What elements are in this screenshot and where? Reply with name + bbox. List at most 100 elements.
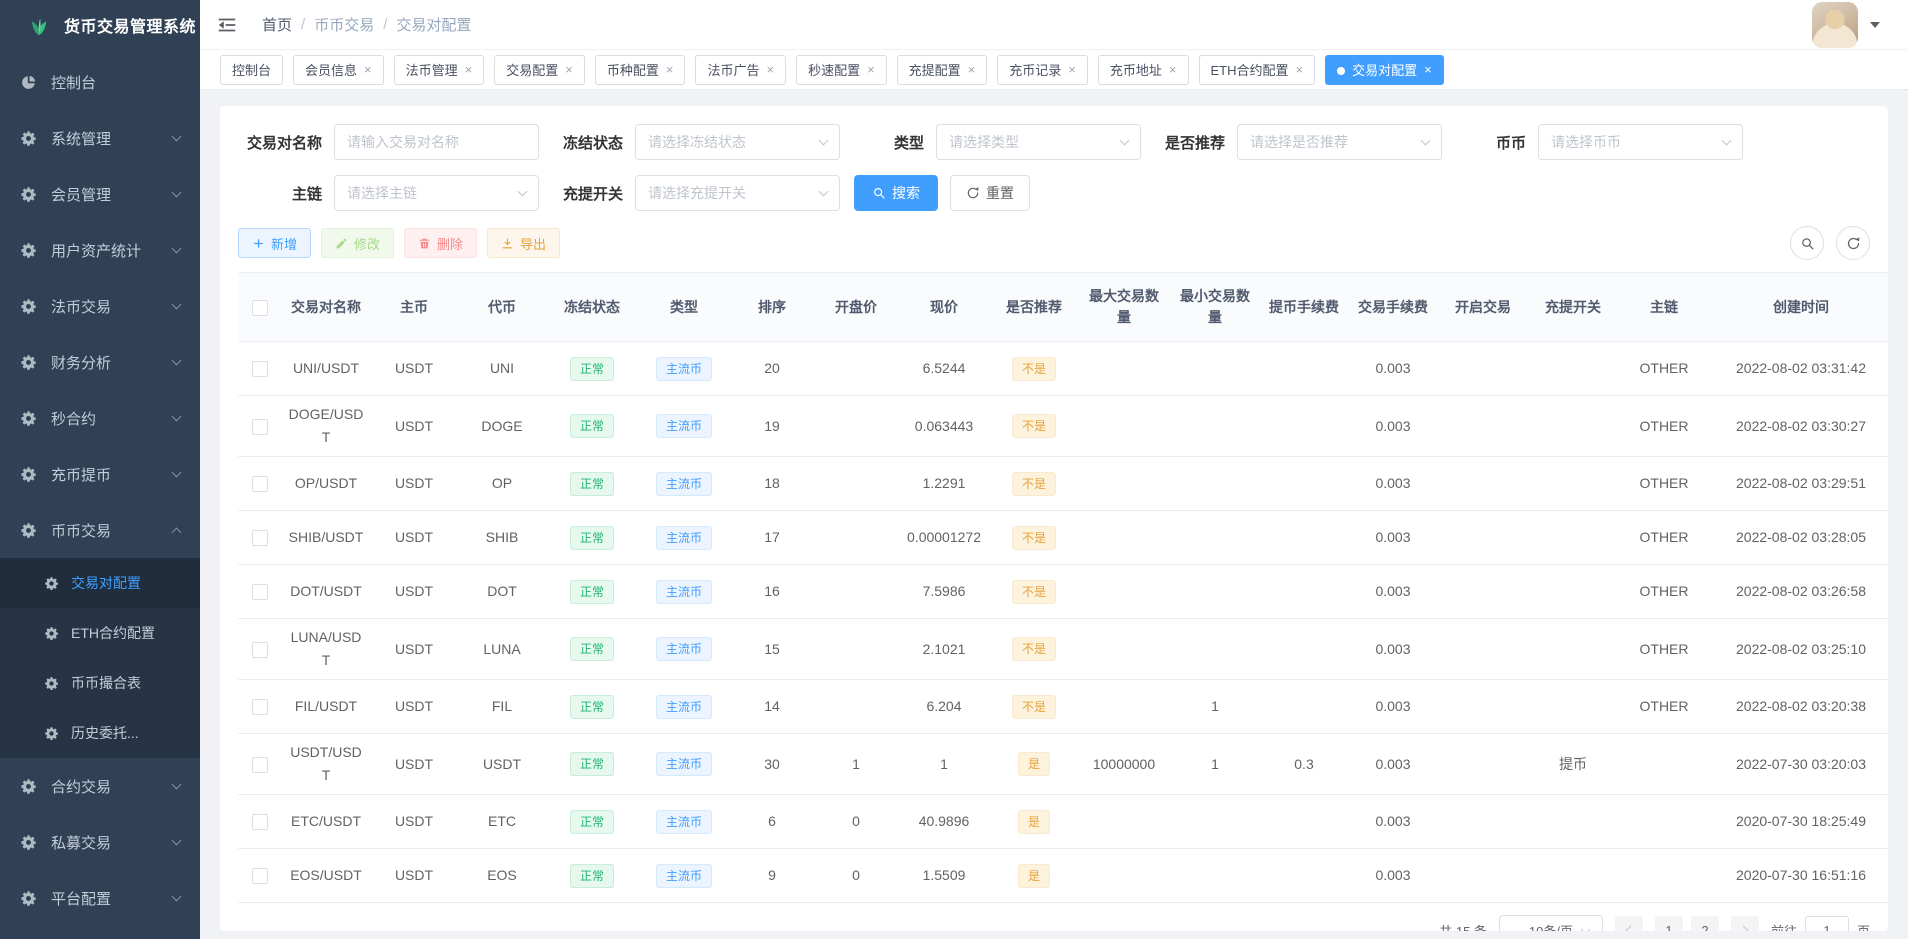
cell-min-amount [1170, 511, 1260, 565]
close-icon[interactable]: × [1169, 62, 1177, 77]
sidebar-item[interactable]: 会员管理 [0, 166, 200, 222]
row-checkbox[interactable] [252, 868, 268, 884]
filter-label: 主链 [238, 183, 334, 204]
row-checkbox[interactable] [252, 361, 268, 377]
cell-withdraw-fee [1260, 619, 1348, 680]
select-all-checkbox[interactable] [252, 300, 268, 316]
sidebar-subitem[interactable]: ETH合约配置 [0, 608, 200, 658]
breadcrumb-item[interactable]: 币币交易 / [314, 14, 396, 35]
page-size-select[interactable]: 10条/页 [1499, 915, 1603, 931]
sidebar-item[interactable]: 控制台 [0, 54, 200, 110]
cell-current-price: 1 [898, 734, 990, 795]
tab[interactable]: 充币地址 × [1098, 55, 1189, 85]
column-header: 主币 [370, 273, 458, 342]
filter-input[interactable] [334, 175, 539, 211]
page-button[interactable]: 2 [1691, 916, 1719, 931]
filter-field: 是否推荐 [1141, 124, 1442, 160]
sidebar-item[interactable]: 合约交易 [0, 758, 200, 814]
filter-input[interactable] [936, 124, 1141, 160]
delete-button[interactable]: 删除 [404, 228, 477, 258]
cell-sort: 14 [730, 680, 814, 734]
row-checkbox[interactable] [252, 814, 268, 830]
row-checkbox[interactable] [252, 419, 268, 435]
close-icon[interactable]: × [766, 62, 774, 77]
cell-open-price [814, 565, 898, 619]
row-checkbox[interactable] [252, 476, 268, 492]
gear-icon [20, 466, 37, 483]
tab[interactable]: 法币广告 × [695, 55, 786, 85]
caret-down-icon[interactable] [1870, 22, 1880, 28]
tab[interactable]: 币种配置 × [595, 55, 686, 85]
tab[interactable]: 交易配置 × [494, 55, 585, 85]
cell-base: USDT [370, 734, 458, 795]
close-icon[interactable]: × [1068, 62, 1076, 77]
filter-input[interactable] [1538, 124, 1743, 160]
cell-sort: 6 [730, 795, 814, 849]
sidebar-item[interactable]: 币币交易 [0, 502, 200, 558]
reset-button[interactable]: 重置 [950, 175, 1030, 211]
refresh-icon-button[interactable] [1836, 226, 1870, 260]
row-checkbox[interactable] [252, 757, 268, 773]
close-icon[interactable]: × [565, 62, 573, 77]
close-icon[interactable]: × [465, 62, 473, 77]
cell-trade-fee: 0.003 [1348, 511, 1438, 565]
close-icon[interactable]: × [1296, 62, 1304, 77]
search-button[interactable]: 搜索 [854, 175, 938, 211]
row-checkbox[interactable] [252, 699, 268, 715]
sidebar-item-label: 币币交易 [51, 520, 173, 541]
close-icon[interactable]: × [1424, 62, 1432, 77]
sidebar-item[interactable]: 法币交易 [0, 278, 200, 334]
dashboard-icon [20, 74, 37, 91]
sidebar-item[interactable]: 平台配置 [0, 870, 200, 926]
cell-max-amount [1078, 619, 1170, 680]
filter-input[interactable] [635, 124, 840, 160]
sidebar-group: 用户资产统计 [0, 222, 200, 278]
sidebar-subitem[interactable]: 交易对配置 [0, 558, 200, 608]
row-checkbox[interactable] [252, 530, 268, 546]
tab[interactable]: 法币管理 × [394, 55, 485, 85]
cell-created-at: 2022-08-02 03:26:58 [1710, 565, 1888, 619]
sidebar-subitem[interactable]: 历史委托... [0, 708, 200, 758]
close-icon[interactable]: × [666, 62, 674, 77]
row-checkbox[interactable] [252, 584, 268, 600]
user-avatar[interactable] [1812, 2, 1858, 48]
export-button[interactable]: 导出 [487, 228, 560, 258]
row-checkbox[interactable] [252, 642, 268, 658]
tab[interactable]: 充币记录 × [997, 55, 1088, 85]
tab[interactable]: ETH合约配置 × [1199, 55, 1316, 85]
sidebar-subitem[interactable]: 币币撮合表 [0, 658, 200, 708]
tab[interactable]: 交易对配置 × [1325, 55, 1444, 85]
search-icon-button[interactable] [1790, 226, 1824, 260]
breadcrumb-item[interactable]: 交易对配置 / [396, 14, 471, 35]
breadcrumb-item[interactable]: 首页 / [262, 14, 314, 35]
tab[interactable]: 秒速配置 × [796, 55, 887, 85]
sidebar-item[interactable]: 充币提币 [0, 446, 200, 502]
filter-input[interactable] [1237, 124, 1442, 160]
tab[interactable]: 控制台 [220, 55, 283, 85]
close-icon[interactable]: × [968, 62, 976, 77]
sidebar-item[interactable]: 私募交易 [0, 814, 200, 870]
filter-input[interactable] [635, 175, 840, 211]
sidebar-item[interactable]: 秒合约 [0, 390, 200, 446]
next-page-button[interactable] [1731, 916, 1759, 931]
add-button[interactable]: 新增 [238, 228, 311, 258]
close-icon[interactable]: × [867, 62, 875, 77]
sidebar-item-label: 法币交易 [51, 296, 173, 317]
edit-button[interactable]: 修改 [321, 228, 394, 258]
tab[interactable]: 会员信息 × [293, 55, 384, 85]
cell-max-amount [1078, 511, 1170, 565]
page-button[interactable]: 1 [1655, 916, 1683, 931]
cell-sort: 15 [730, 619, 814, 680]
filter-input[interactable] [334, 124, 539, 160]
goto-page-input[interactable] [1805, 916, 1849, 931]
sidebar-item[interactable]: 系统管理 [0, 110, 200, 166]
hamburger-icon[interactable] [216, 14, 238, 36]
filter-label: 充提开关 [539, 183, 635, 204]
close-icon[interactable]: × [364, 62, 372, 77]
prev-page-button[interactable] [1615, 916, 1643, 931]
sidebar-item[interactable]: 财务分析 [0, 334, 200, 390]
tab[interactable]: 充提配置 × [897, 55, 988, 85]
column-header: 代币 [458, 273, 546, 342]
sidebar-group: 法币交易 [0, 278, 200, 334]
sidebar-item[interactable]: 用户资产统计 [0, 222, 200, 278]
